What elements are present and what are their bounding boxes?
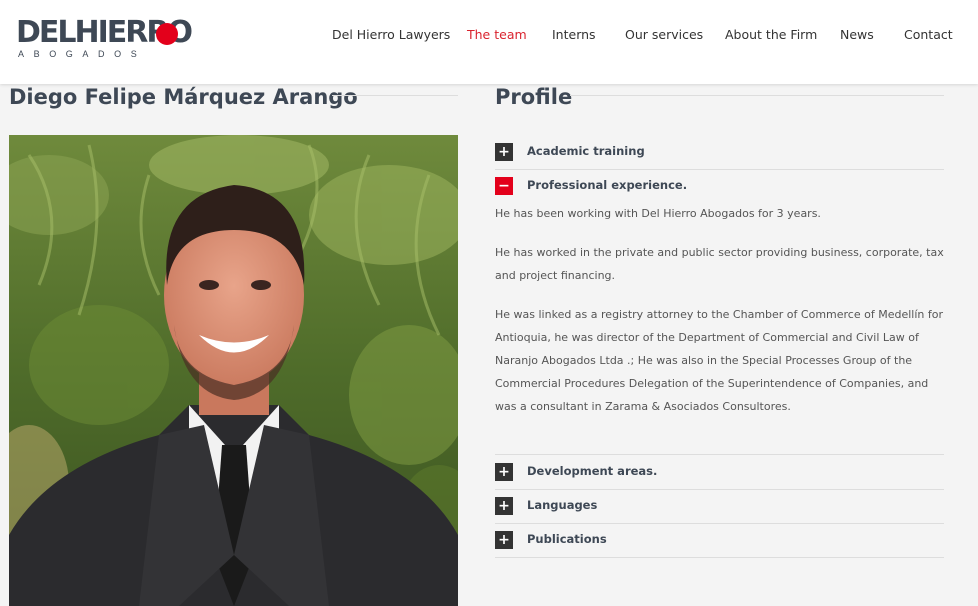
nav-the-team[interactable]: The team: [467, 27, 527, 42]
accordion-label[interactable]: Academic training: [527, 144, 645, 158]
person-name: Diego Felipe Márquez Arango: [9, 85, 358, 109]
person-photo: [9, 135, 458, 606]
accordion-label[interactable]: Languages: [527, 498, 597, 512]
nav-del-hierro-lawyers[interactable]: Del Hierro Lawyers: [332, 27, 450, 42]
logo-red-dot: [156, 23, 178, 45]
minus-icon[interactable]: −: [495, 177, 513, 195]
plus-icon[interactable]: +: [495, 463, 513, 481]
nav-news[interactable]: News: [840, 27, 874, 42]
accordion-label[interactable]: Professional experience.: [527, 178, 687, 192]
nav-our-services[interactable]: Our services: [625, 27, 703, 42]
plus-icon[interactable]: +: [495, 143, 513, 161]
experience-paragraph: He has worked in the private and public …: [495, 246, 944, 282]
accordion-languages[interactable]: + Languages: [495, 489, 944, 524]
site-logo[interactable]: DELHIERRO ABOGADOS: [16, 16, 193, 62]
profile-heading: Profile: [495, 85, 573, 109]
nav-interns[interactable]: Interns: [552, 27, 596, 42]
accordion-professional-experience[interactable]: − Professional experience.: [495, 169, 944, 203]
plus-icon[interactable]: +: [495, 497, 513, 515]
experience-paragraph: He was linked as a registry attorney to …: [495, 308, 943, 413]
site-header: DELHIERRO ABOGADOS Del Hierro Lawyers Th…: [0, 0, 978, 84]
accordion-label[interactable]: Publications: [527, 532, 607, 546]
plus-icon[interactable]: +: [495, 531, 513, 549]
divider: [570, 95, 944, 96]
professional-experience-content: He has been working with Del Hierro Abog…: [495, 202, 944, 434]
logo-subtitle: ABOGADOS: [18, 49, 147, 59]
experience-paragraph: He has been working with Del Hierro Abog…: [495, 207, 821, 220]
accordion-development-areas[interactable]: + Development areas.: [495, 455, 944, 490]
accordion-label[interactable]: Development areas.: [527, 464, 657, 478]
nav-contact[interactable]: Contact: [904, 27, 953, 42]
accordion-academic-training[interactable]: + Academic training: [495, 135, 944, 170]
nav-about-the-firm[interactable]: About the Firm: [725, 27, 817, 42]
accordion-publications[interactable]: + Publications: [495, 523, 944, 558]
divider: [332, 95, 458, 96]
